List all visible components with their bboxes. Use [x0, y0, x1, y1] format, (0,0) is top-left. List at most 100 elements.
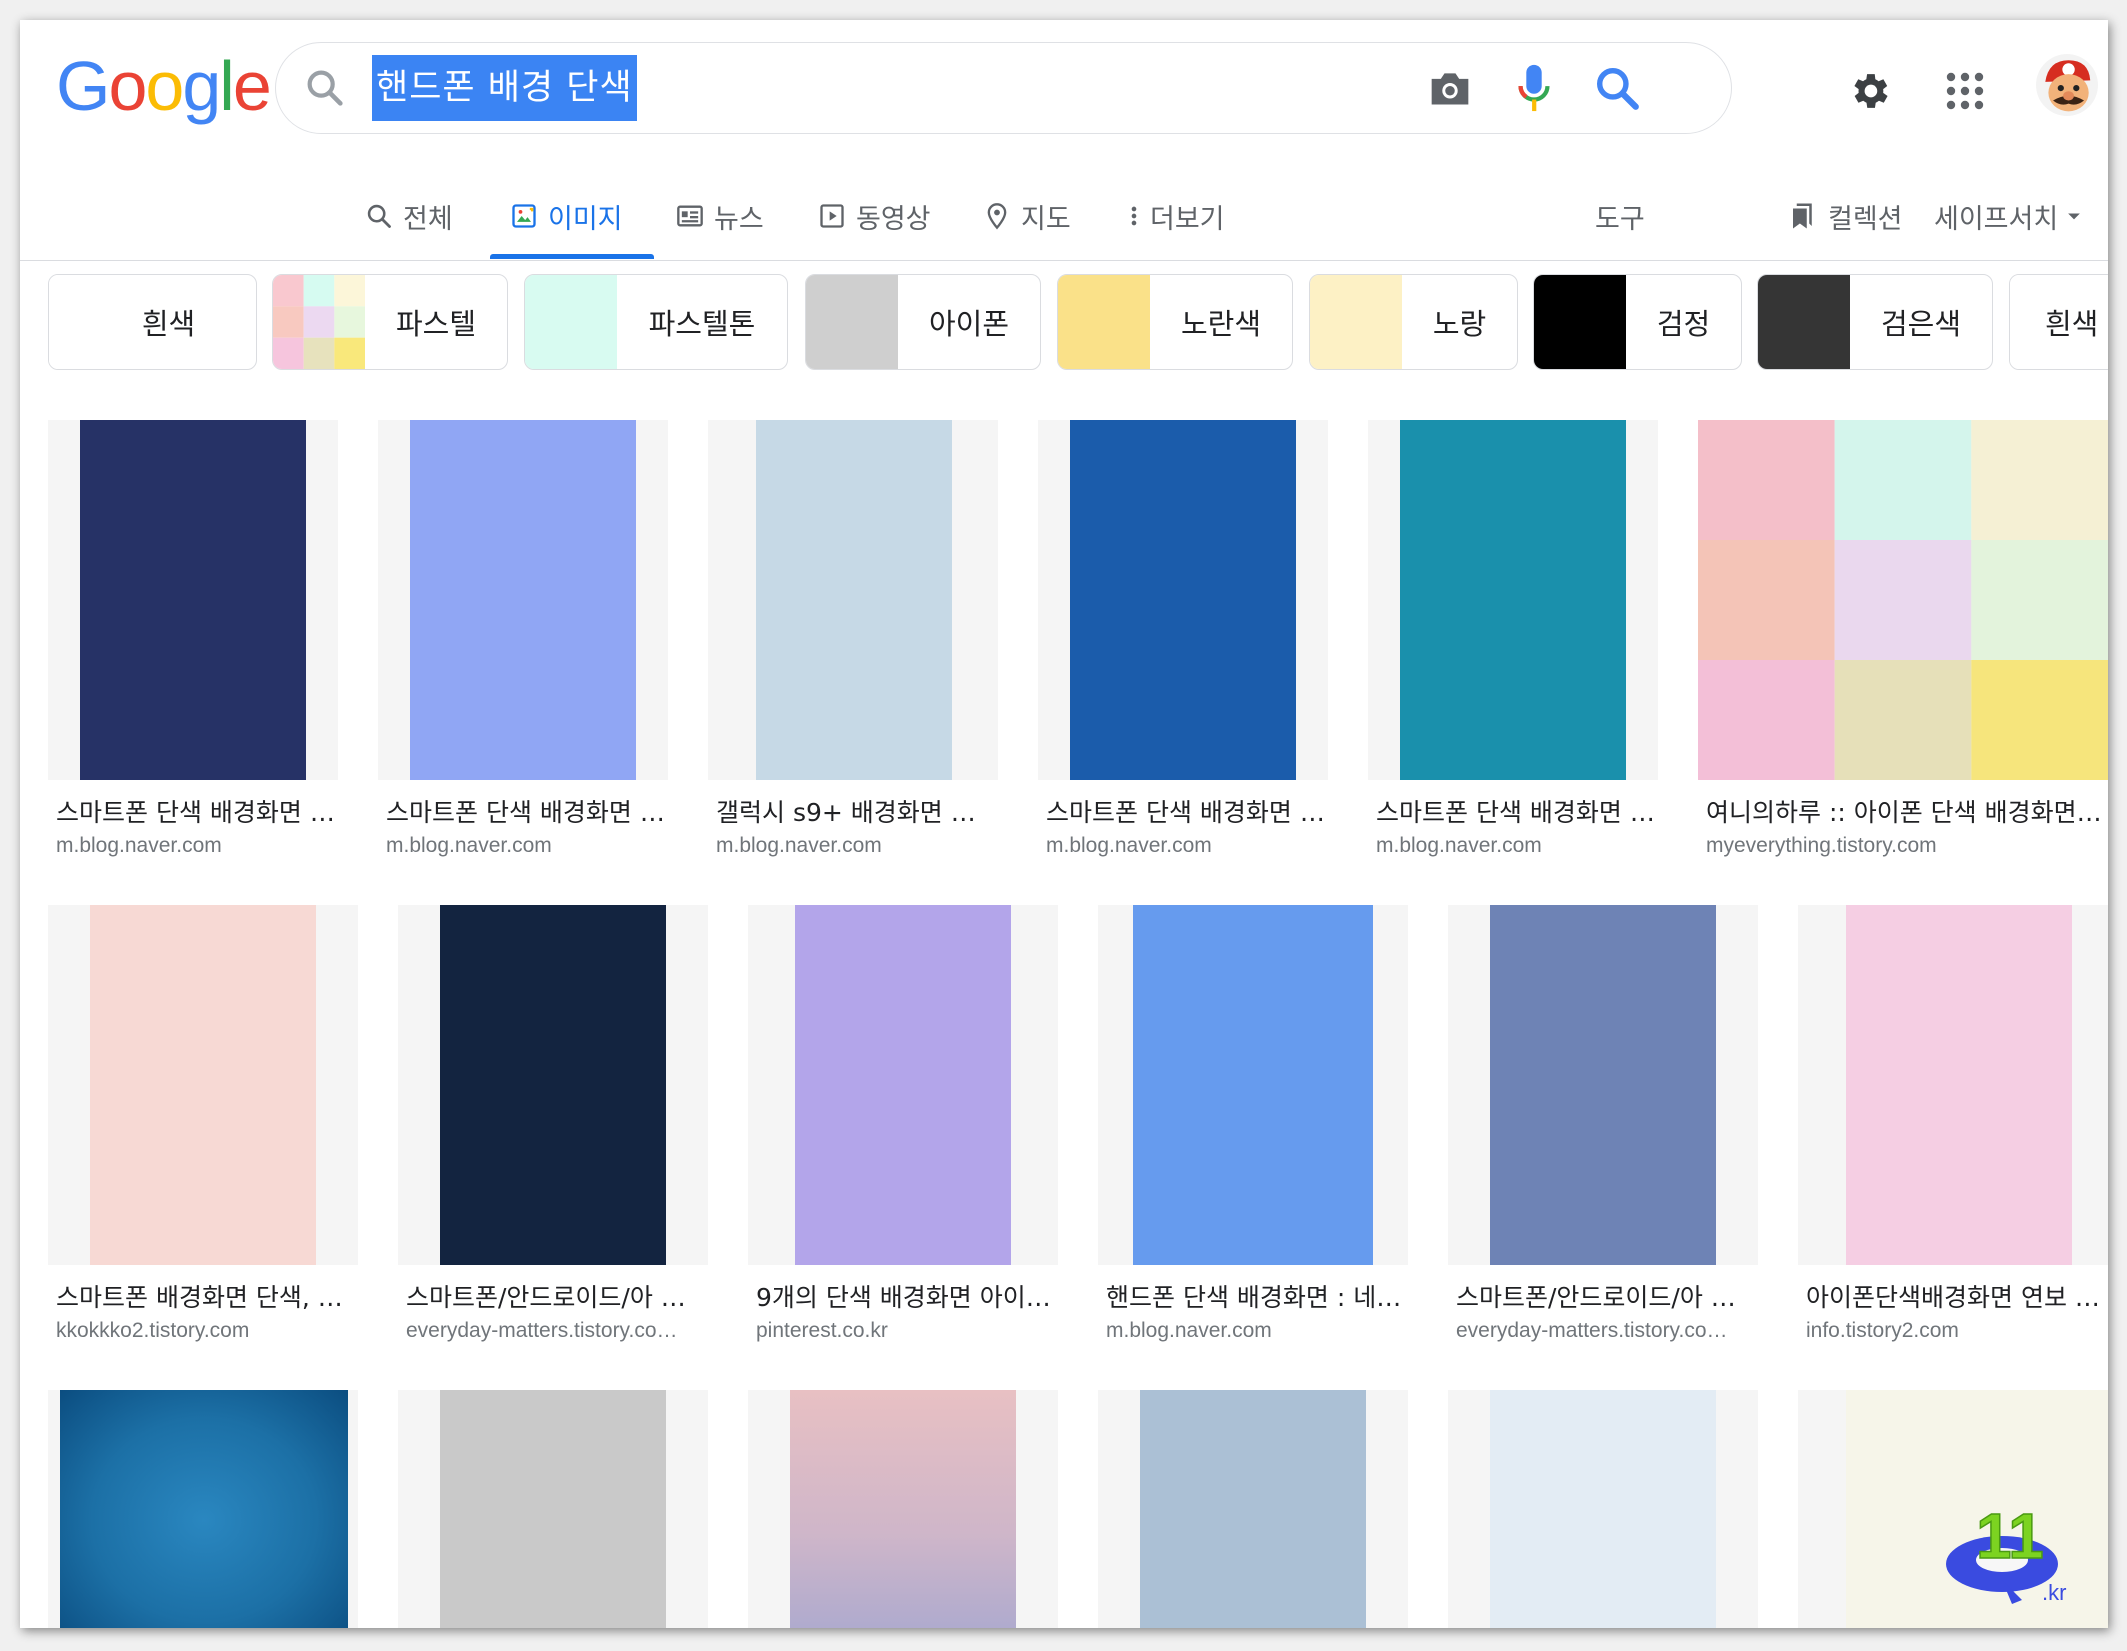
apps-grid-icon[interactable] [1944, 70, 1986, 112]
result-title[interactable]: 핸드폰 단색 배경화면 : 네 … [1106, 1278, 1408, 1314]
chip-label: 노랑 [1432, 307, 1487, 341]
search-tabs: 전체 이미지 뉴스 동영상 지도 더보기 도구 컬렉션 세이프서치 [20, 170, 2108, 261]
result-source: myeverything.tistory.com [1706, 834, 1937, 857]
chip-swatch [1758, 275, 1850, 369]
result-image[interactable] [748, 1390, 1058, 1628]
dropdown-arrow-icon [2068, 213, 2081, 220]
result-image[interactable] [48, 905, 358, 1265]
result-image[interactable] [1038, 420, 1328, 780]
chip-swatch [2010, 275, 2020, 369]
search-icon [307, 70, 343, 106]
chip-label: 검정 [1656, 307, 1711, 341]
account-avatar[interactable] [2036, 54, 2098, 116]
watermark-logo: 11 .kr [1946, 1499, 2066, 1605]
collections-label: 컬렉션 [1828, 203, 1903, 235]
result-source: everyday-matters.tistory.co… [1456, 1319, 1728, 1342]
result-image[interactable] [398, 1390, 708, 1628]
result-title[interactable]: 스마트폰 단색 배경화면 … [1046, 793, 1328, 829]
tools-button[interactable]: 도구 [1595, 194, 1645, 238]
result-title[interactable]: 아이폰단색배경화면 연보 … [1806, 1278, 2102, 1314]
chip-swatch [1310, 275, 1402, 369]
result-title[interactable]: 여니의하루 :: 아이폰 단색 배경화면 … [1706, 793, 2102, 829]
google-logo[interactable]: Google [56, 46, 272, 126]
result-source: m.blog.naver.com [1106, 1319, 1272, 1342]
tab-label: 동영상 [856, 203, 931, 235]
result-image[interactable] [1698, 420, 2108, 780]
chip-label: 파스텔 [395, 307, 477, 341]
tab-more[interactable]: 더보기 [1128, 194, 1225, 238]
result-image[interactable] [398, 905, 708, 1265]
chip-yellow-2[interactable]: 노랑 [1309, 274, 1518, 370]
tab-videos[interactable]: 동영상 [818, 194, 931, 238]
camera-icon[interactable] [1428, 67, 1472, 109]
play-icon [820, 204, 844, 228]
chip-white[interactable]: 흰색 [48, 274, 257, 370]
chip-pastel[interactable]: 파스텔 [272, 274, 508, 370]
chip-white-2[interactable]: 흰색 [2009, 274, 2108, 370]
result-image[interactable] [378, 420, 668, 780]
result-image[interactable] [708, 420, 998, 780]
watermark-number: 11 [1976, 1500, 2044, 1572]
result-source: everyday-matters.tistory.co… [406, 1319, 678, 1342]
result-source: m.blog.naver.com [1046, 834, 1212, 857]
result-image[interactable] [1098, 905, 1408, 1265]
result-title[interactable]: 스마트폰 단색 배경화면 … [56, 793, 338, 829]
chip-label: 흰색 [2045, 307, 2099, 341]
chip-label: 흰색 [141, 307, 196, 341]
chip-yellow[interactable]: 노란색 [1057, 274, 1293, 370]
result-title[interactable]: 스마트폰/안드로이드/아 … [406, 1278, 708, 1314]
chip-swatch [1534, 275, 1626, 369]
result-title[interactable]: 9개의 단색 배경화면 아이 … [756, 1278, 1058, 1314]
browser-viewport: Google 핸드폰 배경 단색 전체 이미지 뉴스 동영상 지도 더보기 도구… [20, 20, 2108, 1628]
tab-label: 지도 [1021, 203, 1071, 235]
image-icon [512, 204, 536, 228]
tab-label: 더보기 [1150, 203, 1225, 235]
more-vert-icon [1131, 206, 1137, 226]
chip-pastel-tone[interactable]: 파스텔톤 [524, 274, 788, 370]
chip-label: 검은색 [1880, 307, 1962, 341]
tab-label: 이미지 [548, 203, 623, 235]
tab-images[interactable]: 이미지 [510, 194, 623, 238]
map-pin-icon [987, 203, 1007, 230]
result-title[interactable]: 스마트폰/안드로이드/아 … [1456, 1278, 1758, 1314]
result-image[interactable] [1098, 1390, 1408, 1628]
result-image[interactable] [1798, 905, 2108, 1265]
chip-swatch [273, 275, 365, 369]
result-title[interactable]: 스마트폰 배경화면 단색, … [56, 1278, 358, 1314]
tab-maps[interactable]: 지도 [983, 194, 1071, 238]
chip-black-2[interactable]: 검은색 [1757, 274, 1993, 370]
microphone-icon[interactable] [1516, 63, 1552, 113]
result-source: m.blog.naver.com [1376, 834, 1542, 857]
result-title[interactable]: 갤럭시 s9+ 배경화면 공 … [716, 793, 998, 829]
tab-label: 뉴스 [714, 203, 764, 235]
result-source: info.tistory2.com [1806, 1319, 1959, 1342]
chip-label: 파스텔톤 [648, 307, 756, 341]
result-source: pinterest.co.kr [756, 1319, 888, 1342]
result-source: kkokkko2.tistory.com [56, 1319, 250, 1342]
settings-gear-icon[interactable] [1846, 68, 1892, 114]
result-image[interactable] [748, 905, 1058, 1265]
safesearch-dropdown[interactable]: 세이프서치 [1934, 194, 2094, 238]
chip-swatch [525, 275, 617, 369]
tab-all[interactable]: 전체 [365, 194, 453, 238]
chip-black[interactable]: 검정 [1533, 274, 1742, 370]
search-submit-icon[interactable] [1592, 63, 1642, 113]
result-image[interactable] [48, 1390, 358, 1628]
result-image[interactable] [1448, 905, 1758, 1265]
result-title[interactable]: 스마트폰 단색 배경화면 … [386, 793, 668, 829]
chip-swatch [1058, 275, 1150, 369]
tab-label: 전체 [403, 203, 453, 235]
collections-button[interactable]: 컬렉션 [1788, 194, 1903, 238]
chip-label: 아이폰 [928, 307, 1010, 341]
search-box[interactable]: 핸드폰 배경 단색 [275, 42, 1732, 134]
result-image[interactable] [48, 420, 338, 780]
result-title[interactable]: 스마트폰 단색 배경화면 … [1376, 793, 1658, 829]
result-image[interactable] [1448, 1390, 1758, 1628]
chip-iphone[interactable]: 아이폰 [805, 274, 1041, 370]
result-image[interactable] [1368, 420, 1658, 780]
chip-swatch [806, 275, 898, 369]
search-input[interactable]: 핸드폰 배경 단색 [372, 55, 637, 121]
search-icon [367, 204, 391, 228]
chip-label: 노란색 [1180, 307, 1262, 341]
tab-news[interactable]: 뉴스 [676, 194, 764, 238]
